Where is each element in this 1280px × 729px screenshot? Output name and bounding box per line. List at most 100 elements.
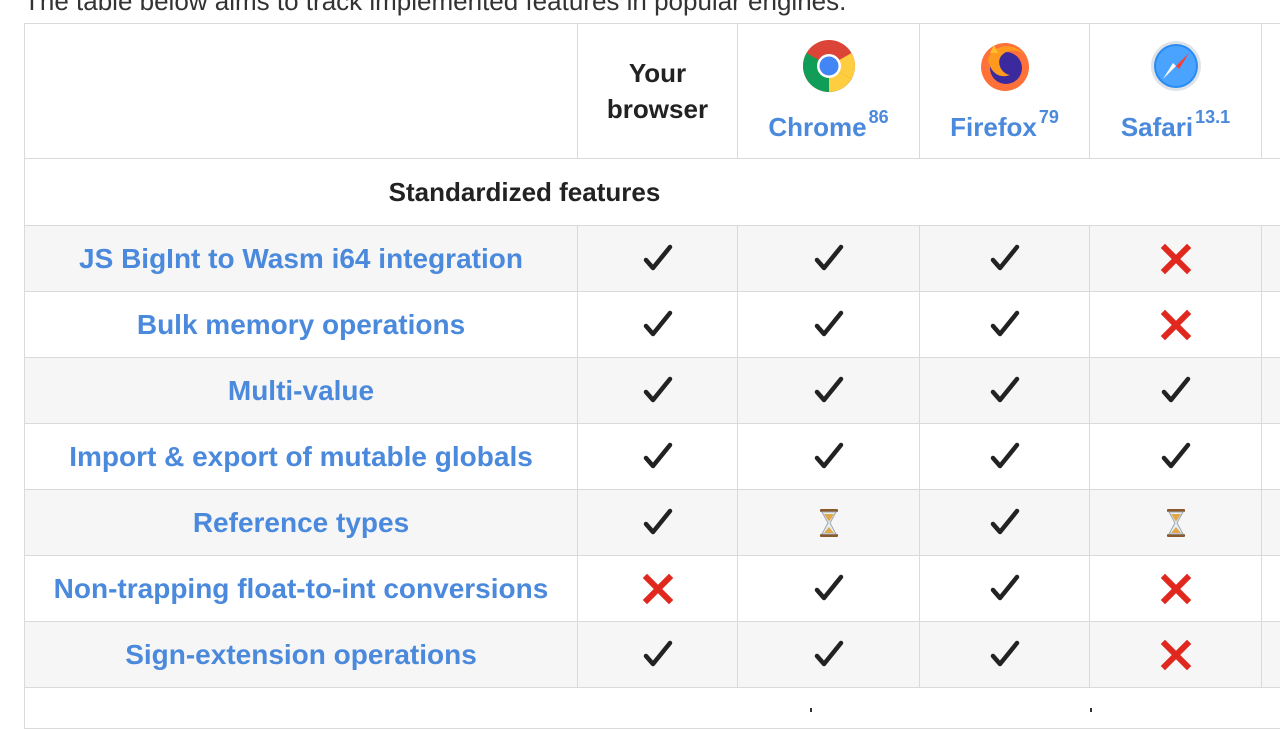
support-cell-chrome [738,556,920,622]
table-row: Bulk memory operations [25,292,1280,358]
header-overflow-cell [1262,24,1280,159]
check-icon [811,571,847,607]
overflow-cell [1262,490,1280,556]
support-cell-safari [1090,358,1262,424]
support-cell-chrome [738,622,920,688]
table-row: Reference types [25,490,1280,556]
check-icon [987,373,1023,409]
feature-link[interactable]: Bulk memory operations [137,309,465,340]
support-cell-chrome [738,292,920,358]
support-cell-firefox [920,490,1090,556]
check-icon [640,637,676,673]
support-cell-your-browser [578,490,738,556]
support-cell-safari [1090,490,1262,556]
cross-icon [1158,307,1194,343]
support-cell-chrome [738,424,920,490]
support-cell-safari [1090,292,1262,358]
table-row: JS BigInt to Wasm i64 integration [25,226,1280,292]
support-cell-chrome [738,490,920,556]
table-row: Multi-value [25,358,1280,424]
check-icon [987,637,1023,673]
check-icon [811,307,847,343]
support-cell-firefox [920,358,1090,424]
feature-link[interactable]: Sign-extension operations [125,639,477,670]
safari-version: 13.1 [1195,107,1230,127]
intro-text: The table below aims to track implemente… [24,0,846,16]
feature-rows: JS BigInt to Wasm i64 integration Bulk me… [25,226,1280,688]
header-firefox[interactable]: Firefox79 [920,24,1090,159]
feature-name-cell: Multi-value [25,358,578,424]
clipped-mark [1090,708,1092,712]
support-cell-your-browser [578,556,738,622]
chrome-icon [802,39,856,93]
feature-link[interactable]: Import & export of mutable globals [69,441,533,472]
support-cell-safari [1090,226,1262,292]
table-row: Import & export of mutable globals [25,424,1280,490]
header-chrome[interactable]: Chrome86 [738,24,920,159]
overflow-cell [1262,292,1280,358]
safari-link[interactable]: Safari13.1 [1121,112,1230,142]
header-your-browser: Your browser [578,24,738,159]
hourglass-icon [811,505,847,541]
check-icon [640,241,676,277]
support-cell-your-browser [578,226,738,292]
support-cell-your-browser [578,622,738,688]
support-cell-chrome [738,226,920,292]
firefox-label: Firefox [950,112,1037,142]
feature-link[interactable]: Reference types [193,507,409,538]
support-cell-chrome [738,358,920,424]
chrome-version: 86 [869,107,889,127]
safari-icon [1149,39,1203,93]
feature-name-cell: Sign-extension operations [25,622,578,688]
firefox-version: 79 [1039,107,1059,127]
section-row: Standardized features [25,159,1280,226]
support-cell-safari [1090,424,1262,490]
cross-icon [640,571,676,607]
support-cell-firefox [920,622,1090,688]
chrome-label: Chrome [768,112,866,142]
feature-name-cell: Non-trapping float-to-int conversions [25,556,578,622]
support-cell-safari [1090,622,1262,688]
check-icon [987,241,1023,277]
check-icon [987,571,1023,607]
feature-link[interactable]: JS BigInt to Wasm i64 integration [79,243,523,274]
table-header-row: Your browser Chrome86 [25,24,1280,159]
hourglass-icon [1158,505,1194,541]
firefox-link[interactable]: Firefox79 [950,112,1059,142]
firefox-icon [978,39,1032,93]
cross-icon [1158,241,1194,277]
check-icon [811,637,847,673]
feature-link[interactable]: Non-trapping float-to-int conversions [54,573,549,604]
support-cell-safari [1090,556,1262,622]
overflow-cell [1262,556,1280,622]
chrome-link[interactable]: Chrome86 [768,112,888,142]
overflow-cell [1262,424,1280,490]
support-cell-firefox [920,424,1090,490]
cross-icon [1158,637,1194,673]
support-cell-firefox [920,292,1090,358]
feature-link[interactable]: Multi-value [228,375,374,406]
check-icon [1158,373,1194,409]
overflow-cell [1262,622,1280,688]
table-row: Non-trapping float-to-int conversions [25,556,1280,622]
header-empty-cell [25,24,578,159]
support-cell-firefox [920,556,1090,622]
header-safari[interactable]: Safari13.1 [1090,24,1262,159]
clipped-mark [810,708,812,712]
feature-support-table: Your browser Chrome86 [24,23,1280,729]
check-icon [1158,439,1194,475]
support-cell-firefox [920,226,1090,292]
feature-name-cell: Import & export of mutable globals [25,424,578,490]
feature-name-cell: Reference types [25,490,578,556]
support-cell-your-browser [578,292,738,358]
overflow-cell [1262,358,1280,424]
check-icon [987,307,1023,343]
check-icon [811,241,847,277]
support-cell-your-browser [578,358,738,424]
feature-name-cell: JS BigInt to Wasm i64 integration [25,226,578,292]
feature-name-cell: Bulk memory operations [25,292,578,358]
check-icon [987,505,1023,541]
cross-icon [1158,571,1194,607]
check-icon [640,505,676,541]
overflow-cell [1262,226,1280,292]
